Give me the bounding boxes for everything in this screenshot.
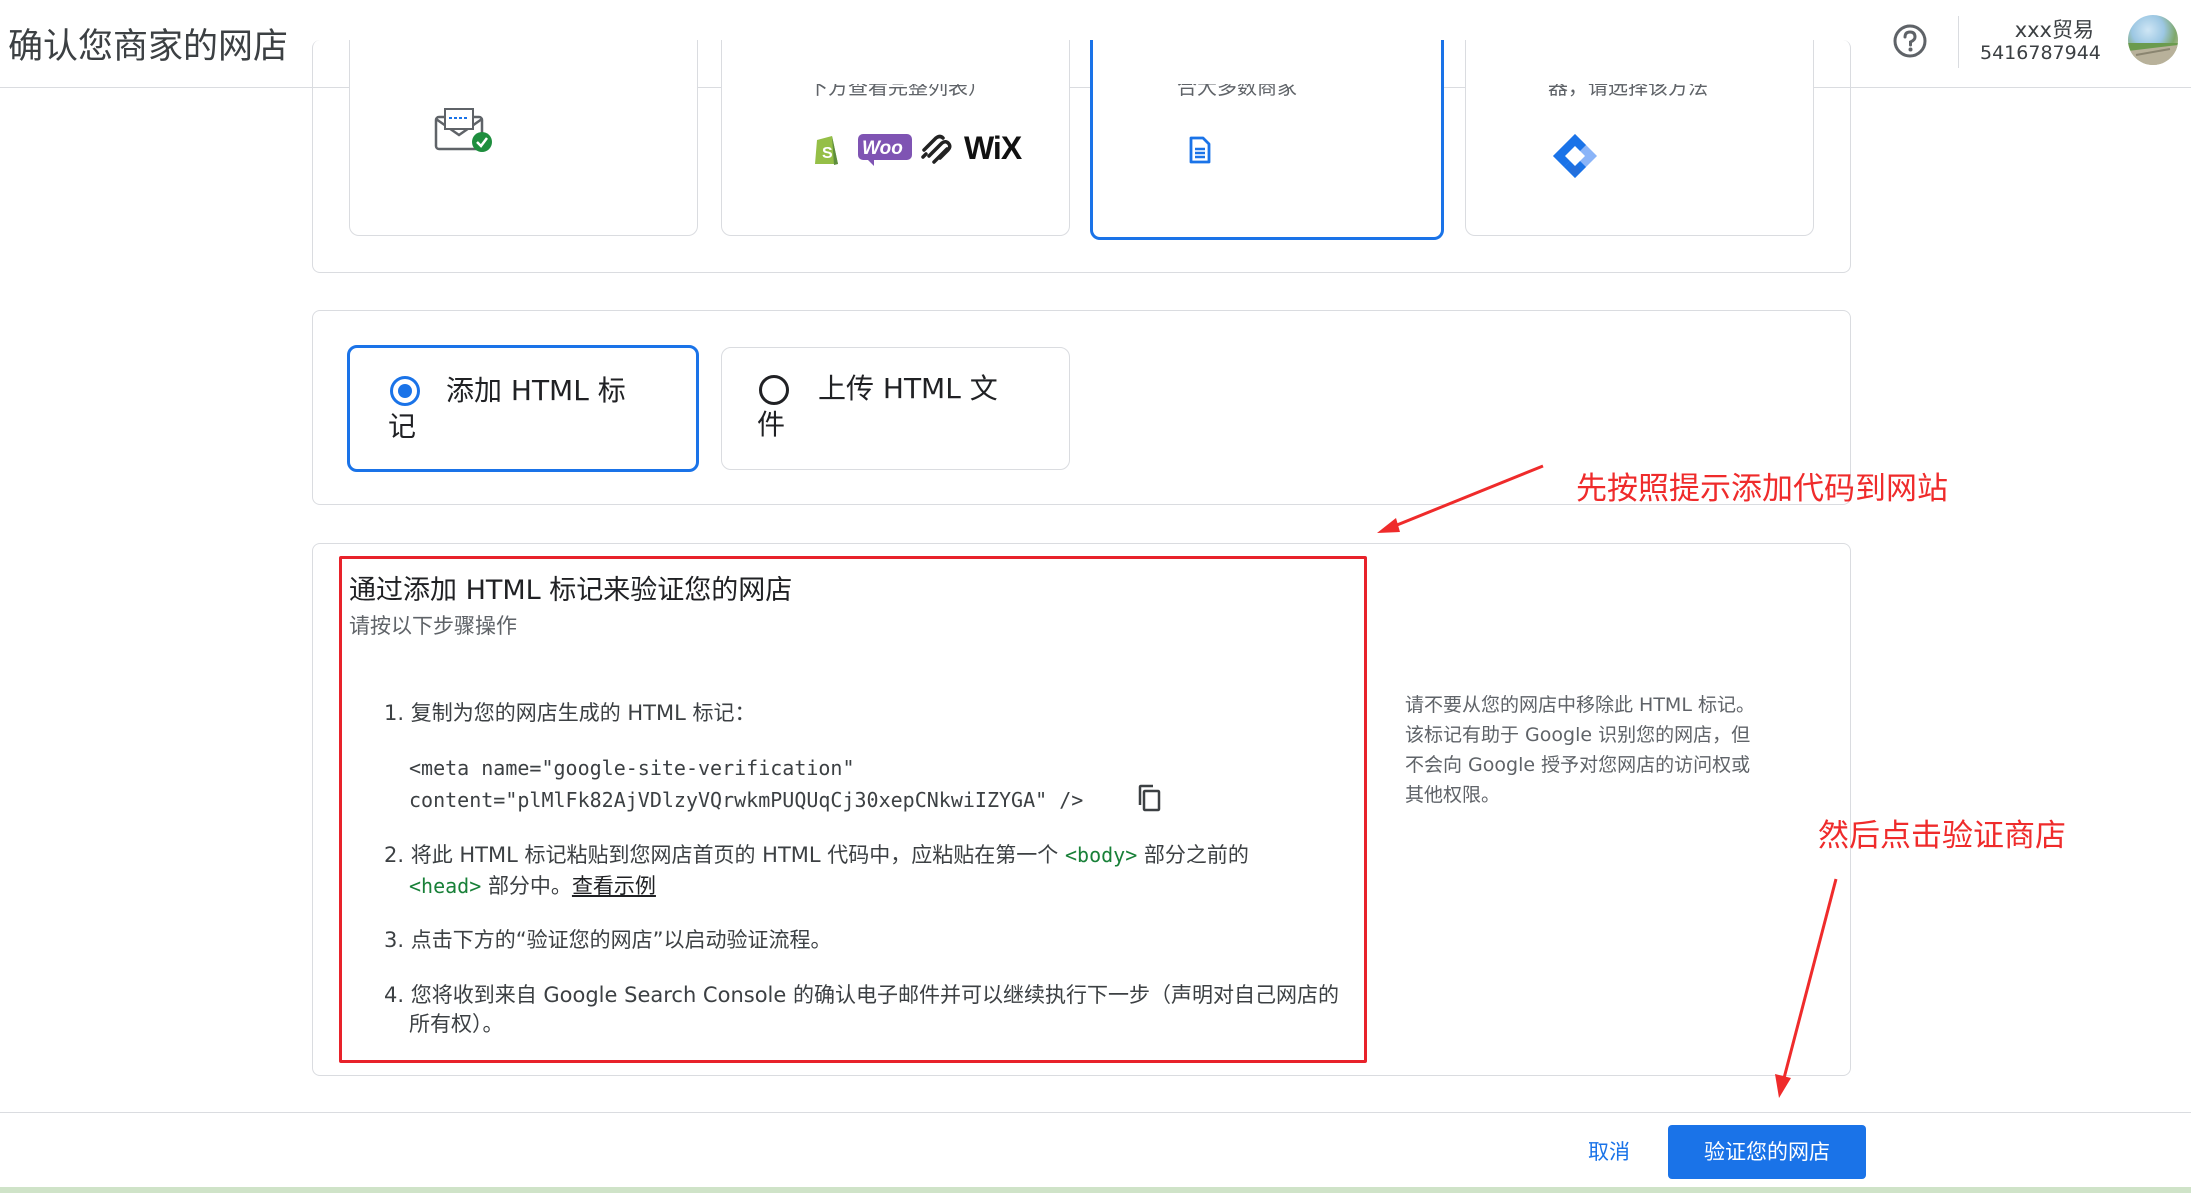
verify-store-button[interactable]: 验证您的网店 xyxy=(1668,1125,1866,1179)
arrow-head-2 xyxy=(1775,1074,1791,1098)
cancel-button[interactable]: 取消 xyxy=(1558,1126,1660,1178)
arrow-head-1 xyxy=(1377,518,1400,533)
annotation-arrows xyxy=(1377,464,1838,1098)
bottom-strip xyxy=(0,1187,2191,1193)
